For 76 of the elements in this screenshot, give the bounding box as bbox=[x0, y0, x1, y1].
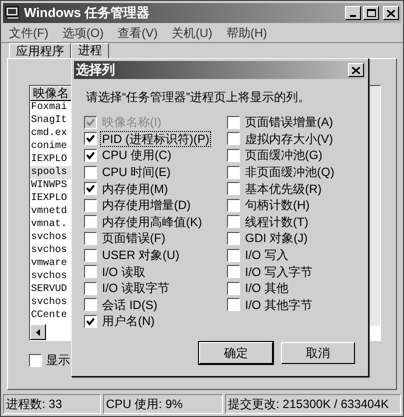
checkbox-label: CPU 时间(E) bbox=[101, 165, 172, 180]
checkbox[interactable] bbox=[227, 166, 240, 179]
checkbox-label: I/O 其他字节 bbox=[244, 298, 314, 312]
dialog-button[interactable]: 确定 bbox=[199, 342, 273, 364]
checkbox[interactable] bbox=[84, 198, 97, 212]
checkbox[interactable] bbox=[227, 248, 240, 262]
checkbox[interactable] bbox=[227, 148, 240, 162]
close-icon bbox=[387, 10, 395, 16]
checkbox-label: PID (进程标识符)(P) bbox=[101, 132, 210, 146]
menu-item[interactable]: 文件(F) bbox=[9, 24, 48, 42]
minimize-button[interactable] bbox=[345, 6, 361, 20]
checkbox-label: GDI 对象(J) bbox=[244, 231, 309, 246]
checkbox[interactable] bbox=[227, 232, 240, 245]
checkbox[interactable] bbox=[227, 215, 240, 228]
minimize-icon bbox=[350, 15, 356, 17]
checkbox-label: 页面错误增量(A) bbox=[244, 115, 334, 130]
checkbox-label: 内存使用(M) bbox=[101, 182, 169, 196]
checkbox[interactable] bbox=[227, 132, 240, 146]
checkbox[interactable] bbox=[84, 215, 97, 228]
maximize-button[interactable] bbox=[363, 6, 379, 20]
checkbox-label: 映像名称(I) bbox=[101, 115, 162, 130]
checkbox[interactable] bbox=[84, 314, 97, 328]
checkbox-label: 非页面缓冲池(Q) bbox=[244, 165, 336, 180]
checkbox-label: 虚拟内存大小(V) bbox=[244, 132, 334, 146]
checkbox-label: 内存使用高峰值(K) bbox=[101, 214, 203, 229]
checkbox-label: 句柄计数(H) bbox=[244, 198, 311, 212]
checkbox[interactable] bbox=[84, 298, 97, 312]
checkbox-label: 显示 bbox=[46, 352, 70, 369]
menu-item[interactable]: 选项(O) bbox=[62, 24, 104, 42]
status-field: 提交更改: 215300K / 633404K bbox=[225, 394, 401, 414]
checkbox[interactable] bbox=[227, 298, 240, 312]
checkbox-label: I/O 写入 bbox=[244, 248, 290, 262]
checkbox-label: 线程计数(T) bbox=[244, 214, 310, 229]
close-button[interactable] bbox=[383, 6, 399, 20]
checkbox-label: 页面错误(F) bbox=[101, 231, 166, 246]
checkbox[interactable] bbox=[29, 354, 42, 366]
checkbox-label: 用户名(N) bbox=[101, 314, 156, 328]
checkbox[interactable] bbox=[227, 282, 240, 295]
menu-item[interactable]: 查看(V) bbox=[118, 24, 158, 42]
checkbox[interactable] bbox=[227, 265, 240, 278]
checkbox-label: I/O 读取 bbox=[101, 264, 146, 279]
checkbox[interactable] bbox=[84, 132, 97, 146]
dialog-message: 请选择“任务管理器”进程页上将显示的列。 bbox=[86, 89, 311, 106]
checkbox-label: USER 对象(U) bbox=[101, 248, 180, 262]
left-arrow-icon bbox=[36, 328, 40, 336]
checkbox-label: 基本优先级(R) bbox=[244, 182, 323, 196]
checkbox[interactable] bbox=[84, 248, 97, 262]
checkbox-label: 内存使用增量(D) bbox=[101, 198, 192, 212]
status-field: 进程数: 33 bbox=[3, 394, 101, 414]
checkbox[interactable] bbox=[84, 232, 97, 245]
close-button[interactable] bbox=[348, 63, 364, 77]
maximize-icon bbox=[366, 9, 376, 17]
checkbox[interactable] bbox=[84, 265, 97, 278]
close-icon bbox=[352, 66, 360, 74]
checkbox-label: I/O 写入字节 bbox=[244, 264, 314, 279]
computer-icon bbox=[5, 6, 21, 20]
window-title: Windows 任务管理器 bbox=[24, 4, 151, 22]
checkbox-label: CPU 使用(C) bbox=[101, 148, 172, 162]
checkbox[interactable] bbox=[227, 182, 240, 196]
checkbox-label: 会话 ID(S) bbox=[101, 298, 158, 312]
checkbox-label: 页面缓冲池(G) bbox=[244, 148, 324, 162]
tab[interactable]: 进程 bbox=[71, 43, 109, 59]
menu-item[interactable]: 帮助(H) bbox=[226, 24, 267, 42]
checkbox[interactable] bbox=[84, 166, 97, 179]
checkbox[interactable] bbox=[84, 148, 97, 162]
checkbox[interactable] bbox=[84, 182, 97, 196]
checkbox-label: I/O 其他 bbox=[244, 281, 290, 296]
checkbox[interactable] bbox=[84, 282, 97, 295]
dialog-button[interactable]: 取消 bbox=[281, 342, 355, 364]
scroll-left-button[interactable] bbox=[30, 324, 46, 340]
checkbox[interactable] bbox=[227, 198, 240, 212]
menu-item[interactable]: 关机(U) bbox=[172, 24, 212, 42]
dialog-title: 选择列 bbox=[76, 61, 116, 80]
checkbox-label: I/O 读取字节 bbox=[101, 281, 170, 296]
checkbox[interactable] bbox=[227, 116, 240, 129]
status-field: CPU 使用: 9% bbox=[103, 394, 223, 414]
